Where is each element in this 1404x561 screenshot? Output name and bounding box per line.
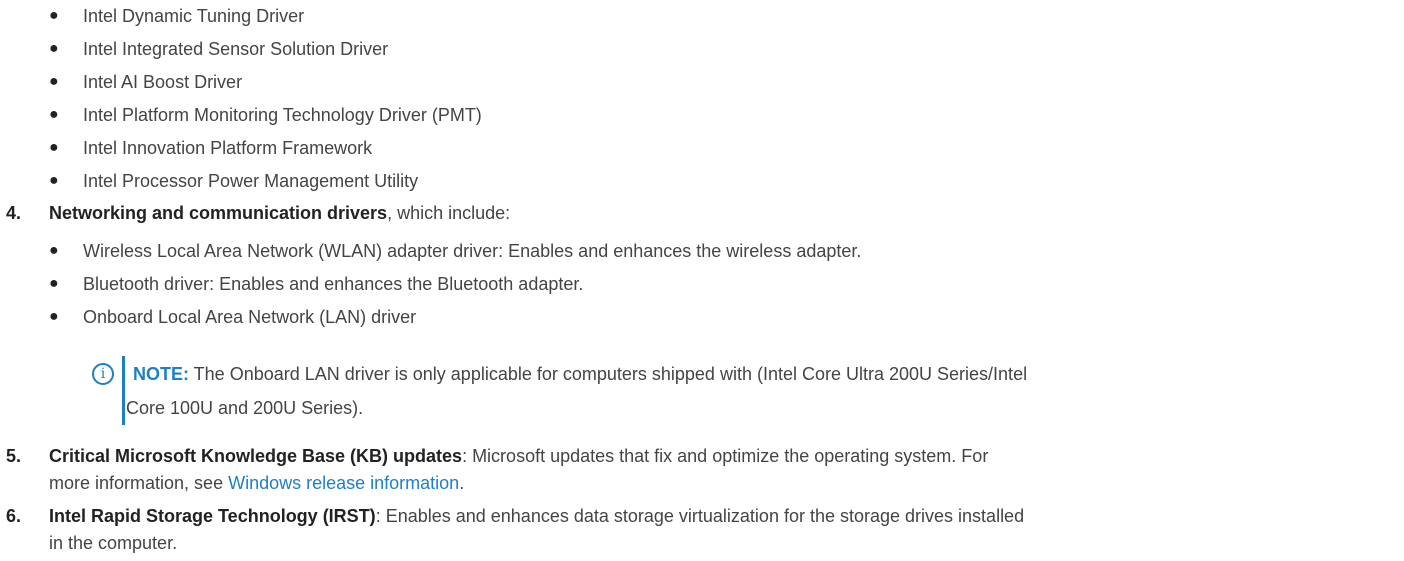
windows-release-info-link[interactable]: Windows release information xyxy=(228,473,459,493)
item-number: 4. xyxy=(6,203,22,223)
item-text: . xyxy=(459,473,465,493)
note-text: The Onboard LAN driver is only applicabl… xyxy=(189,364,1028,384)
note-line-2: Core 100U and 200U Series). xyxy=(126,398,364,418)
info-icon: i xyxy=(92,363,114,385)
item-title: Intel Rapid Storage Technology (IRST) xyxy=(49,506,376,526)
item-heading: Networking and communication drivers, wh… xyxy=(49,201,510,225)
list-item: Intel Dynamic Tuning Driver xyxy=(83,6,305,26)
item-text: : Microsoft updates that fix and optimiz… xyxy=(462,446,989,466)
list-item: Wireless Local Area Network (WLAN) adapt… xyxy=(83,241,862,261)
bullet-marker: ● xyxy=(49,139,59,156)
item-title: Critical Microsoft Knowledge Base (KB) u… xyxy=(49,446,463,466)
note-divider xyxy=(122,356,125,425)
bullet-marker: ● xyxy=(49,242,59,259)
list-item: Intel Integrated Sensor Solution Driver xyxy=(83,39,389,59)
list-item: Intel AI Boost Driver xyxy=(83,72,243,92)
list-item: Intel Processor Power Management Utility xyxy=(83,171,419,191)
bullet-marker: ● xyxy=(49,308,59,325)
item-number: 6. xyxy=(6,506,22,526)
item-suffix: , which include: xyxy=(387,203,511,223)
bullet-marker: ● xyxy=(49,106,59,123)
note-line-1: NOTE: The Onboard LAN driver is only app… xyxy=(133,362,1027,386)
bullet-marker: ● xyxy=(49,7,59,24)
bullet-marker: ● xyxy=(49,275,59,292)
bullet-marker: ● xyxy=(49,172,59,189)
item-line-1: Critical Microsoft Knowledge Base (KB) u… xyxy=(49,444,988,468)
list-item: Intel Innovation Platform Framework xyxy=(83,138,373,158)
item-text: : Enables and enhances data storage virt… xyxy=(375,506,1025,526)
item-number: 5. xyxy=(6,446,22,466)
list-item: Onboard Local Area Network (LAN) driver xyxy=(83,307,417,327)
bullet-marker: ● xyxy=(49,40,59,57)
item-line-2: in the computer. xyxy=(49,533,178,553)
item-line-1: Intel Rapid Storage Technology (IRST): E… xyxy=(49,504,1024,528)
note-label: NOTE: xyxy=(133,364,189,384)
item-text: more information, see xyxy=(49,473,229,493)
bullet-marker: ● xyxy=(49,73,59,90)
list-item: Bluetooth driver: Enables and enhances t… xyxy=(83,274,584,294)
item-title: Networking and communication drivers xyxy=(49,203,388,223)
list-item: Intel Platform Monitoring Technology Dri… xyxy=(83,105,482,125)
item-line-2: more information, see Windows release in… xyxy=(49,471,464,495)
